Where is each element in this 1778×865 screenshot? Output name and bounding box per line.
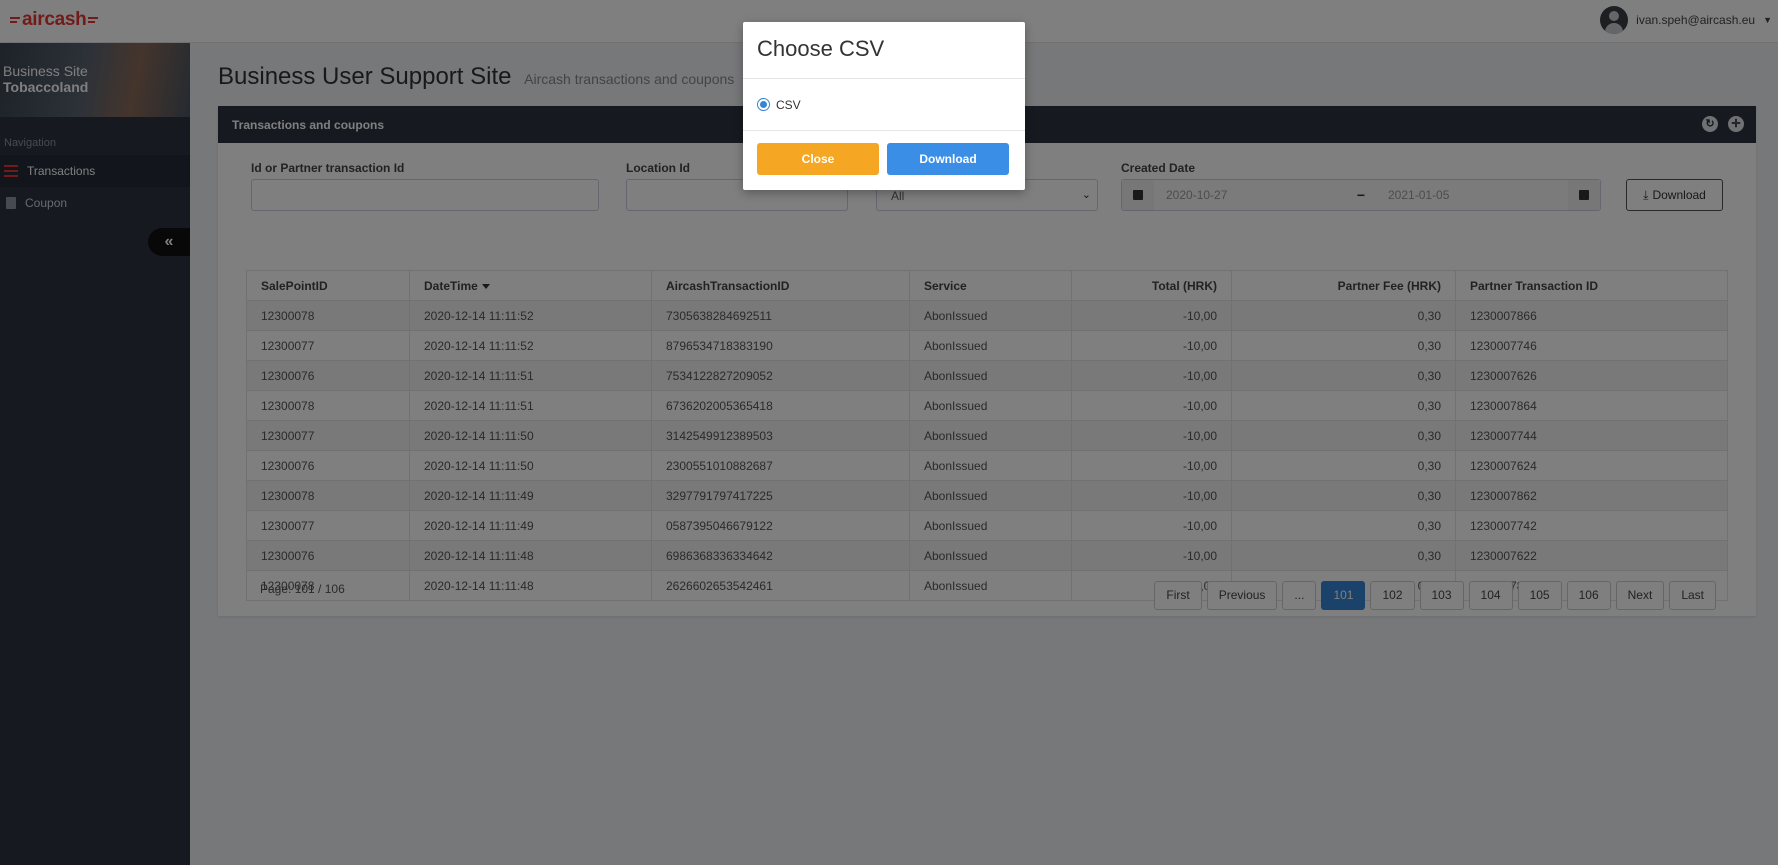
close-button[interactable]: Close	[757, 143, 879, 175]
csv-radio[interactable]	[757, 98, 770, 111]
modal-download-button[interactable]: Download	[887, 143, 1009, 175]
modal-body: CSV	[743, 79, 1025, 131]
choose-csv-modal: Choose CSV CSV Close Download	[743, 22, 1025, 190]
modal-footer: Close Download	[743, 131, 1025, 187]
csv-radio-label[interactable]: CSV	[776, 98, 801, 112]
modal-title: Choose CSV	[743, 22, 1025, 79]
